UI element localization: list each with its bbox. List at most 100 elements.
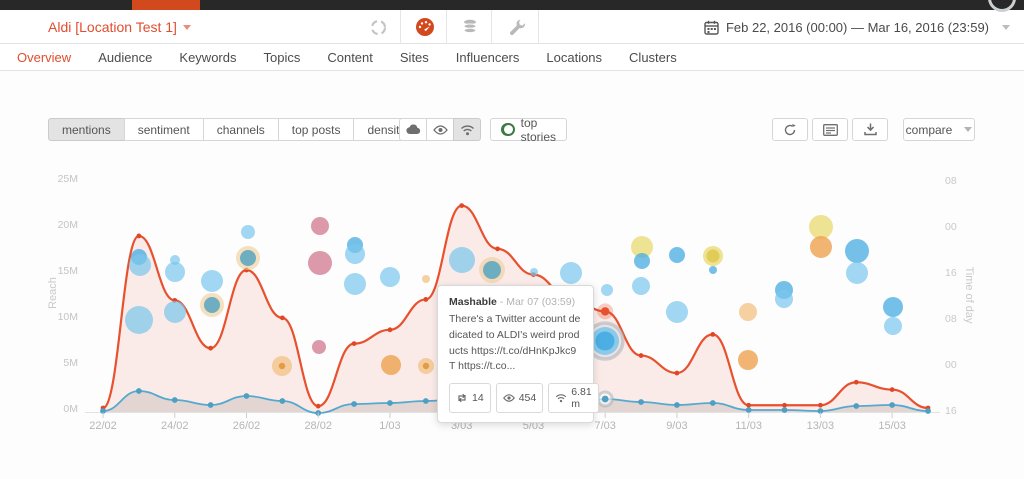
mentions-point[interactable] [423, 398, 429, 404]
story-bubble[interactable] [530, 268, 538, 276]
reach-point[interactable] [495, 246, 500, 251]
story-bubble[interactable] [669, 247, 685, 263]
story-bubble[interactable] [449, 247, 475, 273]
reach-point[interactable] [208, 346, 213, 351]
mentions-point[interactable] [782, 407, 788, 413]
reach-point[interactable] [352, 341, 357, 346]
project-selector[interactable]: Aldi [Location Test 1] [48, 10, 191, 44]
story-bubble[interactable] [308, 251, 332, 275]
reach-point[interactable] [710, 332, 715, 337]
mentions-point[interactable] [351, 401, 357, 407]
wifi-toggle-button[interactable] [453, 118, 481, 141]
story-bubble-dot [279, 363, 285, 369]
story-bubble[interactable] [884, 317, 902, 335]
story-bubble[interactable] [738, 350, 758, 370]
report-view-button[interactable] [812, 118, 848, 141]
settings-button[interactable] [500, 10, 534, 44]
tab-content[interactable]: Content [327, 50, 373, 65]
reach-point[interactable] [280, 315, 285, 320]
reach-point[interactable] [459, 203, 464, 208]
spinner-button[interactable] [361, 10, 395, 44]
story-bubble[interactable] [422, 275, 430, 283]
mentions-point[interactable] [746, 407, 752, 413]
tab-sites[interactable]: Sites [400, 50, 429, 65]
view-button-top-posts[interactable]: top posts [278, 118, 355, 141]
story-bubble[interactable] [634, 253, 650, 269]
reach-point[interactable] [639, 353, 644, 358]
story-bubble[interactable] [810, 236, 832, 258]
mentions-point[interactable] [853, 403, 859, 409]
story-bubble[interactable] [632, 277, 650, 295]
story-bubble[interactable] [129, 254, 151, 276]
selected-story-bubble-core [595, 331, 614, 350]
mentions-point[interactable] [244, 393, 250, 399]
tab-locations[interactable]: Locations [546, 50, 602, 65]
mentions-point[interactable] [925, 408, 931, 414]
story-bubble[interactable] [381, 355, 401, 375]
dashboard-button[interactable] [408, 10, 442, 44]
reach-point[interactable] [136, 234, 141, 239]
reach-highlight-point[interactable] [601, 307, 609, 315]
download-button[interactable] [852, 118, 888, 141]
cloud-toggle-button[interactable] [399, 118, 427, 141]
story-bubble[interactable] [240, 250, 256, 266]
story-bubble[interactable] [311, 217, 329, 235]
tab-overview[interactable]: Overview [17, 50, 71, 65]
story-bubble[interactable] [809, 215, 833, 239]
mentions-point[interactable] [710, 400, 716, 406]
story-bubble[interactable] [345, 244, 365, 264]
mentions-point[interactable] [387, 400, 393, 406]
mentions-point[interactable] [674, 402, 680, 408]
top-stories-toggle[interactable]: top stories [490, 118, 567, 141]
reach-point[interactable] [890, 387, 895, 392]
story-bubble[interactable] [845, 239, 869, 263]
reach-point[interactable] [423, 297, 428, 302]
refresh-button[interactable] [772, 118, 808, 141]
story-bubble[interactable] [380, 267, 400, 287]
tab-keywords[interactable]: Keywords [179, 50, 236, 65]
story-bubble[interactable] [483, 261, 501, 279]
tooltip-source-link[interactable]: Mashable [449, 296, 497, 308]
story-bubble[interactable] [560, 262, 582, 284]
story-bubble[interactable] [709, 266, 717, 274]
story-bubble[interactable] [344, 273, 366, 295]
story-bubble[interactable] [204, 297, 220, 313]
mentions-point[interactable] [208, 402, 214, 408]
storage-button[interactable] [453, 10, 487, 44]
story-bubble[interactable] [739, 303, 757, 321]
reach-point[interactable] [316, 404, 321, 409]
story-bubble[interactable] [164, 301, 186, 323]
reach-point[interactable] [746, 403, 751, 408]
story-bubble[interactable] [125, 306, 153, 334]
story-bubble[interactable] [846, 262, 868, 284]
view-button-sentiment[interactable]: sentiment [124, 118, 204, 141]
story-bubble[interactable] [201, 270, 223, 292]
story-bubble[interactable] [241, 225, 255, 239]
mentions-point[interactable] [279, 398, 285, 404]
eye-toggle-button[interactable] [426, 118, 454, 141]
story-bubble[interactable] [165, 262, 185, 282]
reach-point[interactable] [854, 380, 859, 385]
story-bubble[interactable] [601, 284, 613, 296]
tab-influencers[interactable]: Influencers [456, 50, 520, 65]
compare-button[interactable]: compare [903, 118, 975, 141]
tab-topics[interactable]: Topics [263, 50, 300, 65]
mentions-point[interactable] [638, 399, 644, 405]
mentions-point[interactable] [136, 388, 142, 394]
story-bubble[interactable] [666, 301, 688, 323]
mentions-highlight-point[interactable] [602, 396, 609, 403]
story-bubble[interactable] [312, 340, 326, 354]
mentions-point[interactable] [889, 402, 895, 408]
reach-point[interactable] [782, 403, 787, 408]
story-bubble[interactable] [775, 290, 793, 308]
reach-point[interactable] [675, 371, 680, 376]
date-range-picker[interactable]: Feb 22, 2016 (00:00) — Mar 16, 2016 (23:… [704, 10, 1010, 44]
tab-clusters[interactable]: Clusters [629, 50, 677, 65]
story-bubble[interactable] [883, 297, 903, 317]
view-button-channels[interactable]: channels [203, 118, 279, 141]
tab-audience[interactable]: Audience [98, 50, 152, 65]
reach-point[interactable] [818, 403, 823, 408]
reach-point[interactable] [388, 327, 393, 332]
mentions-point[interactable] [172, 397, 178, 403]
view-button-mentions[interactable]: mentions [48, 118, 125, 141]
